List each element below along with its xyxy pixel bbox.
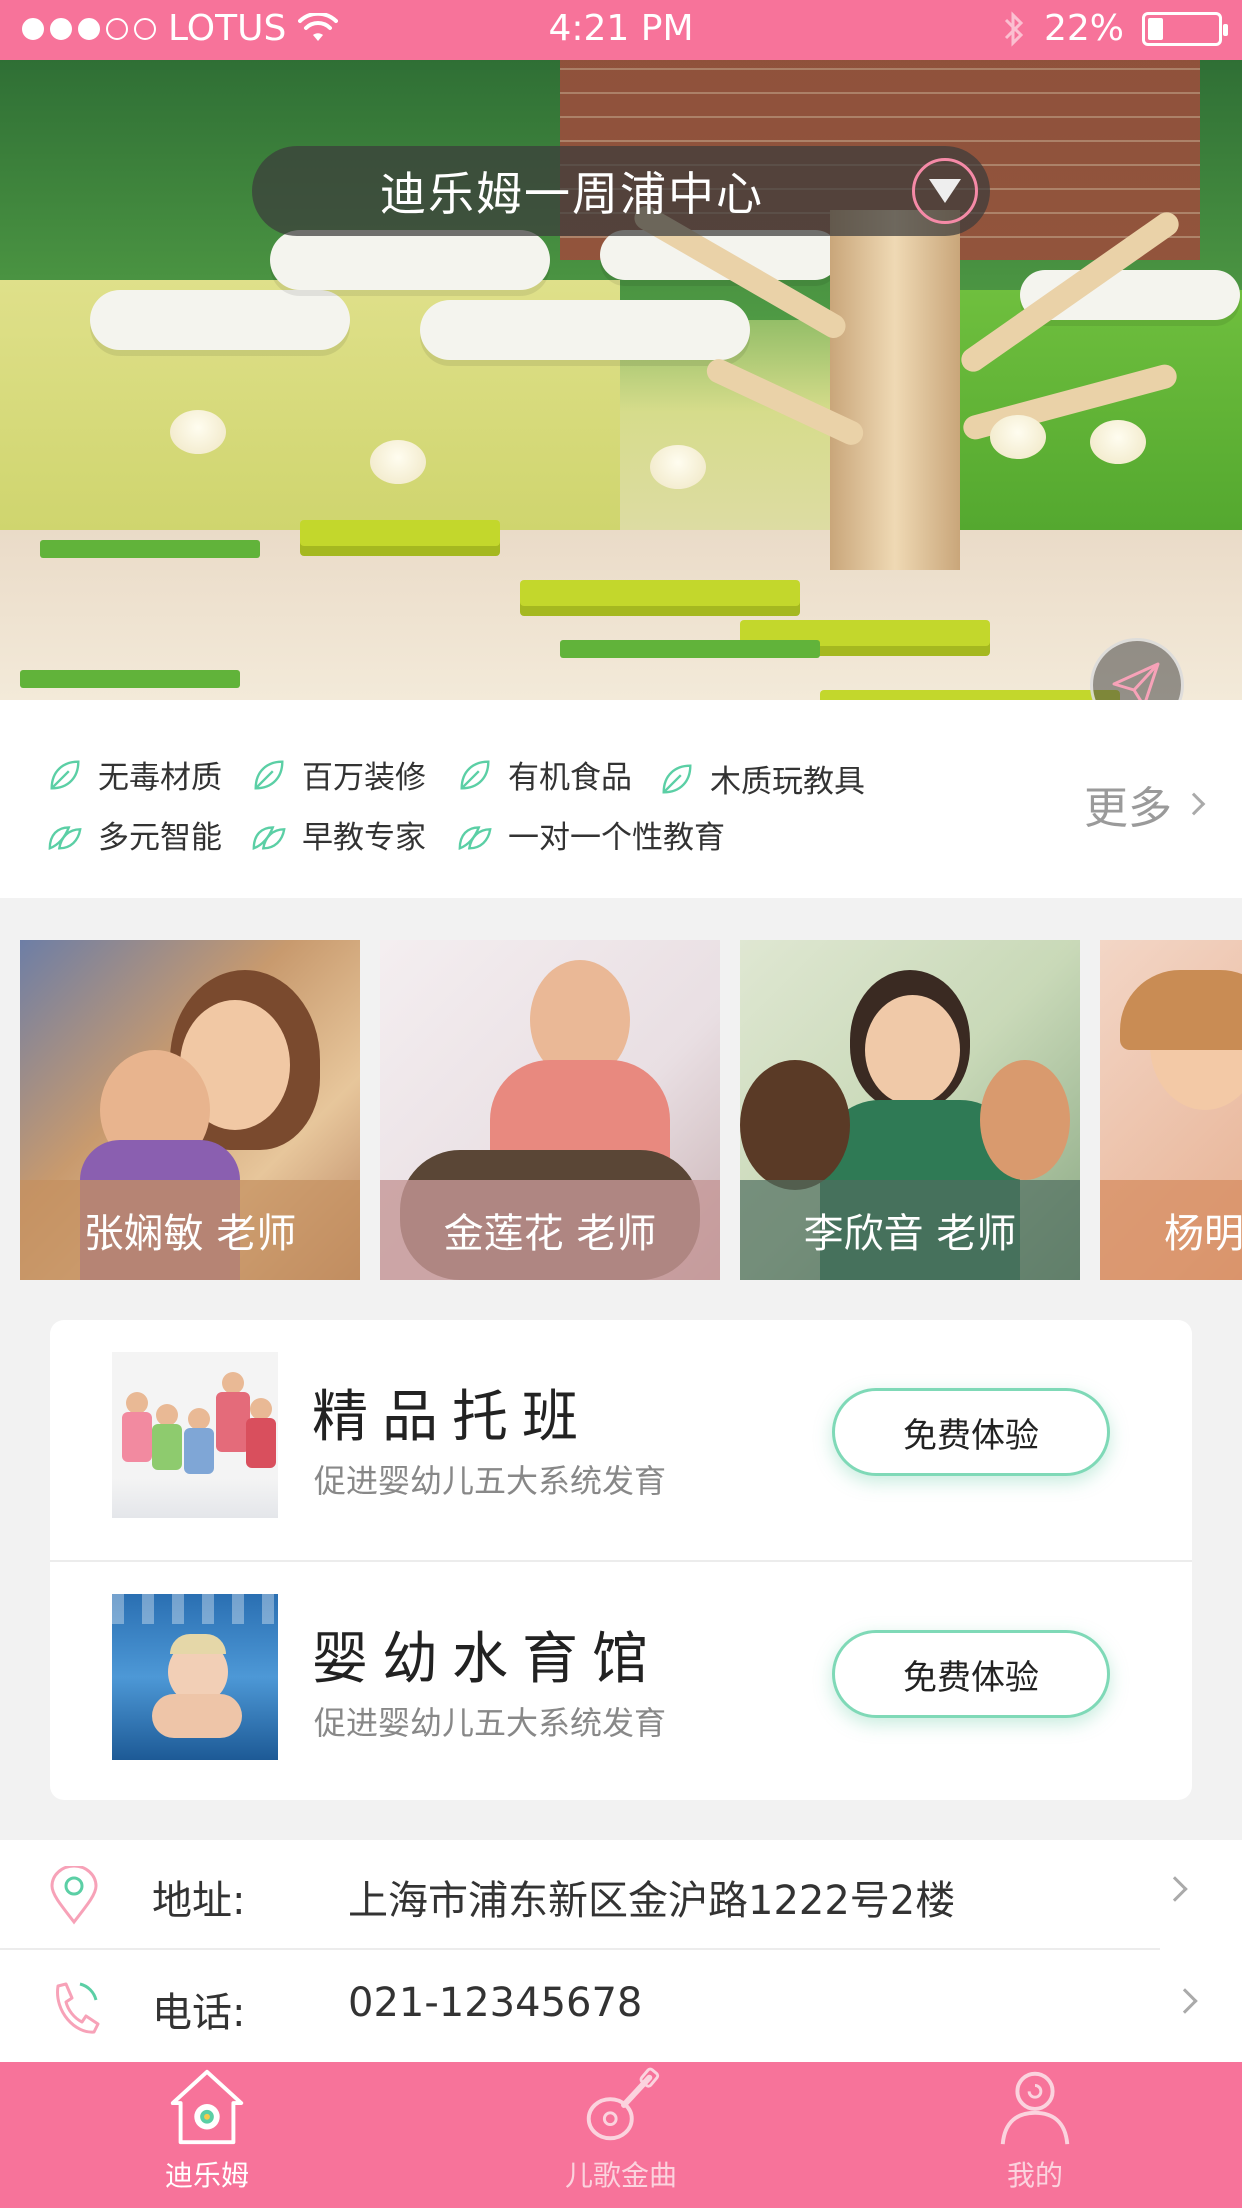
tab-label: 儿歌金曲 bbox=[564, 2159, 677, 2192]
tab-profile[interactable]: 我的 bbox=[828, 2062, 1242, 2208]
teacher-card[interactable]: 李欣音 老师 bbox=[740, 940, 1080, 1280]
feature-tag: 木质玩教具 bbox=[658, 756, 865, 801]
battery-percent: 22% bbox=[1043, 8, 1124, 49]
leaf-icon bbox=[662, 764, 692, 793]
hero-carousel[interactable]: 迪乐姆一周浦中心 bbox=[0, 60, 1242, 700]
free-trial-button[interactable]: 免费体验 bbox=[832, 1630, 1110, 1718]
more-label: 更多 bbox=[1084, 783, 1172, 834]
feature-tags: 无毒材质 百万装修 有机食品 木质玩教具 多元智能 早教专家 一对一个性教育 更… bbox=[0, 700, 1242, 898]
teacher-name: 金莲花 老师 bbox=[380, 1180, 720, 1280]
phone-label: 电话: bbox=[152, 1990, 246, 2036]
feature-tag: 有机食品 bbox=[456, 752, 632, 797]
leaf-icon bbox=[460, 760, 490, 789]
feature-label: 木质玩教具 bbox=[710, 764, 865, 800]
tab-label: 迪乐姆 bbox=[164, 2159, 249, 2192]
phone-icon bbox=[56, 1982, 100, 2034]
location-name: 迪乐姆一周浦中心 bbox=[380, 167, 764, 221]
class-list: 精品托班 促进婴幼儿五大系统发育 免费体验 婴幼水育馆 促进婴幼儿五大系统发育 … bbox=[50, 1320, 1192, 1800]
battery-icon bbox=[1142, 11, 1228, 46]
feature-label: 无毒材质 bbox=[98, 760, 222, 796]
class-thumbnail bbox=[112, 1594, 278, 1760]
address-value: 上海市浦东新区金沪路1222号2楼 bbox=[348, 1878, 956, 1924]
chevron-down-icon bbox=[929, 179, 961, 203]
class-subtitle: 促进婴幼儿五大系统发育 bbox=[314, 1462, 667, 1500]
contact-info: 地址: 上海市浦东新区金沪路1222号2楼 电话: 021-12345678 bbox=[0, 1840, 1242, 2062]
tab-label: 我的 bbox=[1006, 2159, 1063, 2192]
teacher-name: 李欣音 老师 bbox=[740, 1180, 1080, 1280]
bluetooth-icon bbox=[1004, 10, 1024, 47]
chevron-right-icon bbox=[1172, 1988, 1198, 2014]
chevron-right-icon bbox=[1182, 792, 1206, 816]
chevron-right-icon bbox=[1162, 1876, 1188, 1902]
location-pin-icon bbox=[50, 1866, 98, 1925]
teacher-carousel[interactable]: 张娴敏 老师 金莲花 老师 李欣音 老师 杨明 bbox=[0, 940, 1242, 1280]
teacher-name: 张娴敏 老师 bbox=[20, 1180, 360, 1280]
feature-label: 一对一个性教育 bbox=[508, 820, 725, 856]
status-right: 22% bbox=[1002, 8, 1228, 49]
feature-tag: 百万装修 bbox=[250, 752, 426, 797]
battery-level bbox=[1148, 17, 1163, 40]
address-label: 地址: bbox=[152, 1878, 246, 1924]
feature-label: 早教专家 bbox=[302, 820, 426, 856]
teacher-card[interactable]: 张娴敏 老师 bbox=[20, 940, 360, 1280]
status-bar: LOTUS 4:21 PM 22% bbox=[0, 0, 1242, 60]
paper-plane-icon bbox=[1112, 662, 1160, 700]
feature-label: 多元智能 bbox=[98, 820, 222, 856]
feature-tag: 多元智能 bbox=[46, 812, 222, 857]
phone-row[interactable]: 电话: 021-12345678 bbox=[0, 1952, 1242, 2062]
feature-tag: 早教专家 bbox=[250, 812, 426, 857]
leaf-icon bbox=[254, 760, 284, 789]
feature-tag: 无毒材质 bbox=[46, 752, 222, 797]
tab-bar: 迪乐姆 儿歌金曲 我的 bbox=[0, 2062, 1242, 2208]
feature-label: 百万装修 bbox=[302, 760, 426, 796]
feature-label: 有机食品 bbox=[508, 760, 632, 796]
sprout-icon bbox=[48, 825, 82, 850]
teacher-card[interactable]: 杨明 bbox=[1100, 940, 1242, 1280]
free-trial-button[interactable]: 免费体验 bbox=[832, 1388, 1110, 1476]
location-selector[interactable]: 迪乐姆一周浦中心 bbox=[252, 146, 990, 236]
class-subtitle: 促进婴幼儿五大系统发育 bbox=[314, 1704, 667, 1742]
location-dropdown-toggle[interactable] bbox=[912, 158, 978, 224]
teacher-name: 杨明 bbox=[1100, 1180, 1242, 1280]
sprout-icon bbox=[252, 825, 286, 850]
leaf-icon bbox=[50, 760, 80, 789]
class-item[interactable]: 精品托班 促进婴幼儿五大系统发育 免费体验 bbox=[50, 1320, 1192, 1560]
more-features-link[interactable]: 更多 bbox=[1084, 772, 1206, 836]
guitar-icon bbox=[586, 2067, 660, 2141]
class-title: 精品托班 bbox=[312, 1385, 592, 1450]
sprout-icon bbox=[458, 825, 492, 850]
tab-home[interactable]: 迪乐姆 bbox=[0, 2062, 414, 2208]
address-row[interactable]: 地址: 上海市浦东新区金沪路1222号2楼 bbox=[0, 1840, 1188, 1950]
class-item[interactable]: 婴幼水育馆 促进婴幼儿五大系统发育 免费体验 bbox=[50, 1560, 1192, 1800]
class-thumbnail bbox=[112, 1352, 278, 1518]
phone-value: 021-12345678 bbox=[348, 1980, 643, 2026]
user-icon bbox=[1000, 2071, 1070, 2145]
tab-songs[interactable]: 儿歌金曲 bbox=[414, 2062, 828, 2208]
teacher-card[interactable]: 金莲花 老师 bbox=[380, 940, 720, 1280]
house-icon bbox=[170, 2069, 244, 2145]
class-title: 婴幼水育馆 bbox=[312, 1627, 662, 1692]
feature-tag: 一对一个性教育 bbox=[456, 812, 725, 857]
